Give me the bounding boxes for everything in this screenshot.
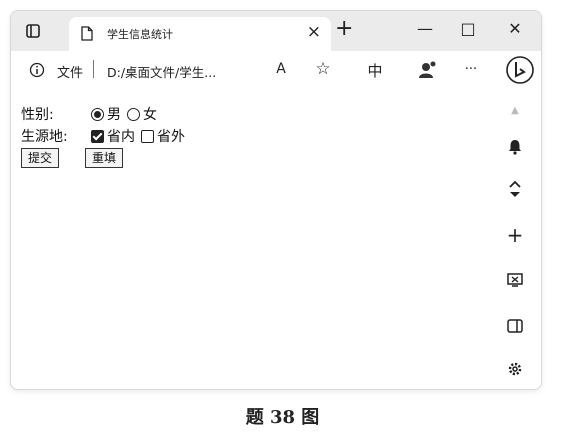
translate-icon[interactable]: 中: [363, 60, 387, 81]
browser-window: 学生信息统计 × + — □ ✕ 文件 D:/桌面文件/学生... A ☆ 中 …: [10, 10, 542, 390]
origin-in-province-label: 省内: [107, 129, 135, 145]
bing-icon[interactable]: [505, 55, 535, 90]
gender-label: 性别:: [21, 107, 54, 123]
tab-title: 学生信息统计: [107, 28, 173, 41]
gender-row: 性别: 男 女: [21, 103, 191, 125]
favorite-icon[interactable]: ☆: [311, 59, 335, 79]
url-separator: [93, 60, 94, 78]
read-aloud-icon[interactable]: A: [269, 61, 293, 77]
reset-button[interactable]: 重填: [85, 148, 124, 168]
page-content: 性别: 男 女 生源地: 省内 省外 提交 重填: [21, 103, 191, 169]
scroll-up-icon[interactable]: ▲: [503, 105, 527, 116]
url-scheme-label: 文件: [57, 66, 84, 81]
origin-label: 生源地:: [21, 129, 68, 145]
gender-male-label: 男: [107, 107, 121, 123]
profile-icon[interactable]: [415, 60, 439, 85]
screenshot-icon[interactable]: [503, 273, 527, 291]
tab-close-icon[interactable]: ×: [307, 22, 321, 42]
url-input[interactable]: D:/桌面文件/学生...: [107, 62, 216, 81]
panel-icon[interactable]: [503, 319, 527, 337]
bell-icon[interactable]: [503, 139, 527, 159]
tab-active[interactable]: 学生信息统计 ×: [69, 17, 331, 51]
maximize-button[interactable]: □: [454, 19, 482, 38]
gender-female-label: 女: [143, 107, 157, 123]
address-bar: 文件 D:/桌面文件/学生... A ☆ 中 ···: [11, 51, 541, 91]
figure-caption: 题 38 图: [245, 407, 320, 428]
origin-row: 生源地: 省内 省外: [21, 125, 191, 147]
origin-out-province-checkbox[interactable]: [141, 129, 154, 143]
title-bar: 学生信息统计 × + — □ ✕: [11, 11, 541, 51]
more-icon[interactable]: ···: [459, 62, 483, 77]
plus-icon[interactable]: +: [503, 223, 527, 247]
info-icon[interactable]: [29, 62, 45, 82]
button-row: 提交 重填: [21, 147, 191, 169]
origin-out-province-label: 省外: [157, 129, 185, 145]
submit-button[interactable]: 提交: [21, 148, 60, 168]
chevron-up-down-icon[interactable]: [503, 179, 527, 205]
minimize-button[interactable]: —: [411, 19, 439, 38]
edge-sidebar: ▲ +: [491, 91, 541, 389]
new-tab-button[interactable]: +: [335, 17, 353, 41]
gender-female-radio[interactable]: [127, 107, 140, 121]
origin-in-province-checkbox[interactable]: [91, 129, 104, 143]
tab-actions-icon[interactable]: [25, 23, 41, 39]
gear-icon[interactable]: [503, 361, 527, 381]
page-icon: [81, 26, 93, 45]
close-button[interactable]: ✕: [501, 19, 529, 38]
gender-male-radio[interactable]: [91, 107, 104, 121]
